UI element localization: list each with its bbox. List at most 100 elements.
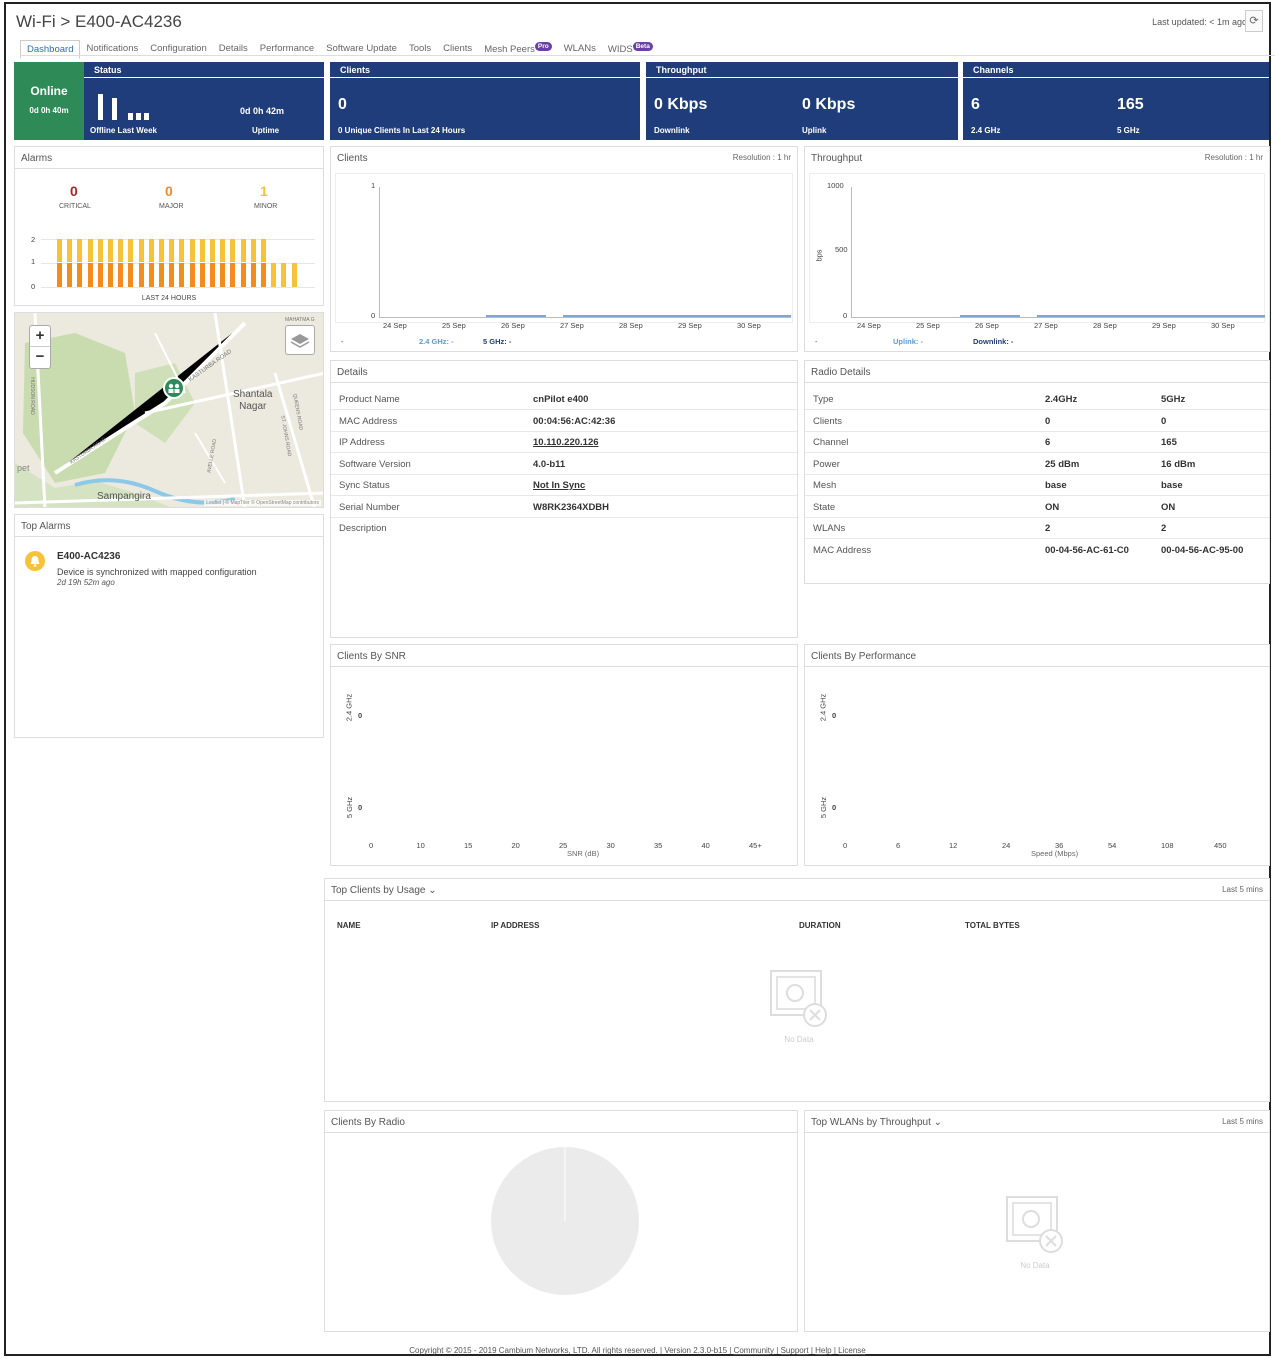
alarm-bar[interactable] (67, 263, 73, 287)
alarm-bar[interactable] (179, 263, 185, 287)
alarm-bar[interactable] (261, 263, 266, 287)
tab-dashboard[interactable]: Dashboard (20, 40, 81, 59)
alarm-bar[interactable] (77, 239, 83, 262)
col-ip-address[interactable]: IP ADDRESS (491, 921, 539, 930)
top-clients-dropdown[interactable]: Top Clients by Usage ⌄ (331, 885, 437, 896)
layers-button[interactable] (285, 325, 315, 355)
no-data-icon (1006, 1196, 1063, 1253)
alarms-title: Alarms (15, 147, 323, 169)
help-link[interactable]: Help (815, 1346, 831, 1355)
minor-count: 1 (260, 183, 268, 199)
alarm-bar[interactable] (250, 263, 256, 287)
alarm-bar[interactable] (77, 263, 83, 287)
clients-y-axis (379, 187, 380, 317)
col-duration[interactable]: DURATION (799, 921, 841, 930)
legend-uplink[interactable]: Uplink: - (893, 337, 923, 346)
alarm-bar[interactable] (108, 263, 113, 287)
alarms-panel: Alarms 0 CRITICAL 0 MAJOR 1 MINOR 2 1 0 … (14, 146, 324, 306)
alarm-bar[interactable] (199, 263, 205, 287)
alarm-bar[interactable] (271, 263, 277, 287)
license-link[interactable]: License (838, 1346, 866, 1355)
tab-tools[interactable]: Tools (403, 40, 437, 59)
legend-24ghz[interactable]: 2.4 GHz: - (419, 337, 454, 346)
alarm-bar[interactable] (148, 239, 154, 262)
details-value[interactable]: Not In Sync (533, 480, 585, 491)
alarm-bar[interactable] (179, 239, 185, 262)
tab-configuration[interactable]: Configuration (144, 40, 213, 59)
col-name[interactable]: NAME (337, 921, 361, 930)
alarm-bar[interactable] (240, 263, 246, 287)
alarm-bar[interactable] (138, 239, 144, 262)
alarm-bar[interactable] (230, 263, 236, 287)
tab-wlans[interactable]: WLANs (558, 40, 602, 59)
radio-value-5: 5GHz (1161, 394, 1186, 405)
alarm-bar[interactable] (67, 239, 73, 262)
alarm-bar[interactable] (87, 239, 93, 262)
tab-details[interactable]: Details (213, 40, 254, 59)
alarm-bar[interactable] (138, 263, 144, 287)
alarm-bar[interactable] (97, 263, 103, 287)
alarm-bar[interactable] (250, 239, 256, 262)
alarm-bar[interactable] (189, 239, 195, 262)
tab-wids[interactable]: WIDS Beta (602, 40, 659, 59)
tab-performance[interactable]: Performance (254, 40, 320, 59)
tab-notifications[interactable]: Notifications (80, 40, 144, 59)
top-wlans-dropdown[interactable]: Top WLANs by Throughput ⌄ (811, 1117, 942, 1128)
alarm-bar[interactable] (169, 239, 175, 262)
throughput-chart-title: Throughput Resolution : 1 hr (805, 147, 1269, 169)
perf-x-label: Speed (Mbps) (1031, 849, 1079, 858)
details-value[interactable]: 10.110.220.126 (533, 437, 599, 448)
x-tick-label: 30 Sep (1211, 321, 1235, 330)
legend-downlink[interactable]: Downlink: - (973, 337, 1013, 346)
zoom-in-button[interactable]: + (30, 326, 50, 347)
support-link[interactable]: Support (781, 1346, 809, 1355)
alarm-bar[interactable] (57, 239, 62, 262)
alarm-bar[interactable] (97, 239, 103, 262)
alarm-bar[interactable] (261, 239, 266, 262)
refresh-button[interactable]: ⟳ (1245, 10, 1263, 32)
alarm-bar[interactable] (220, 239, 226, 262)
alarm-bar[interactable] (291, 263, 297, 287)
alarm-bar[interactable] (240, 239, 246, 262)
alarm-bar[interactable] (87, 263, 93, 287)
alarm-bar[interactable] (159, 239, 164, 262)
alarm-bar[interactable] (210, 239, 215, 262)
alarm-device-name[interactable]: E400-AC4236 (57, 551, 120, 562)
alarm-bar[interactable] (220, 263, 226, 287)
alarm-bar[interactable] (118, 239, 124, 262)
alarm-bar[interactable] (148, 263, 154, 287)
performance-panel: Clients By Performance 2.4 GHz 0 5 GHz 0… (804, 644, 1270, 866)
alarm-bell-icon (25, 551, 45, 571)
tab-mesh-peers[interactable]: Mesh Peers Pro (478, 40, 558, 59)
alarm-bar[interactable] (118, 263, 124, 287)
x-tick-label: 108 (1161, 841, 1174, 850)
alarm-message: Device is synchronized with mapped confi… (57, 567, 257, 577)
alarm-bar[interactable] (128, 239, 134, 262)
top-clients-range: Last 5 mins (1222, 885, 1263, 894)
col-total-bytes[interactable]: TOTAL BYTES (965, 921, 1020, 930)
tab-software-update[interactable]: Software Update (320, 40, 403, 59)
online-state: Online (30, 84, 68, 98)
legend-5ghz[interactable]: 5 GHz: - (483, 337, 511, 346)
clients-by-radio-panel: Clients By Radio (324, 1110, 798, 1332)
alarm-bar[interactable] (230, 239, 236, 262)
channels-card: Channels 6 2.4 GHz 165 5 GHz (963, 62, 1269, 140)
alarm-bar[interactable] (210, 263, 215, 287)
device-marker-icon[interactable] (163, 377, 185, 399)
alarm-bar[interactable] (189, 263, 195, 287)
alarm-bar[interactable] (281, 263, 287, 287)
zoom-out-button[interactable]: − (30, 347, 50, 368)
tab-clients[interactable]: Clients (437, 40, 478, 59)
alarm-bar[interactable] (128, 263, 134, 287)
alarm-bar[interactable] (159, 263, 164, 287)
location-map[interactable]: Shantala Nagar KASTURBA ROAD Sampangira … (14, 312, 324, 508)
community-link[interactable]: Community (734, 1346, 774, 1355)
alarm-bar[interactable] (199, 239, 205, 262)
clients-chart-title: Clients Resolution : 1 hr (331, 147, 797, 169)
channel-5-value: 165 (1117, 96, 1144, 113)
alarm-bar[interactable] (57, 263, 62, 287)
snr-panel: Clients By SNR 2.4 GHz 0 5 GHz 0 0 10 15 20… (330, 644, 798, 866)
alarm-bar[interactable] (108, 239, 113, 262)
x-tick-label: 26 Sep (975, 321, 999, 330)
alarm-bar[interactable] (169, 263, 175, 287)
